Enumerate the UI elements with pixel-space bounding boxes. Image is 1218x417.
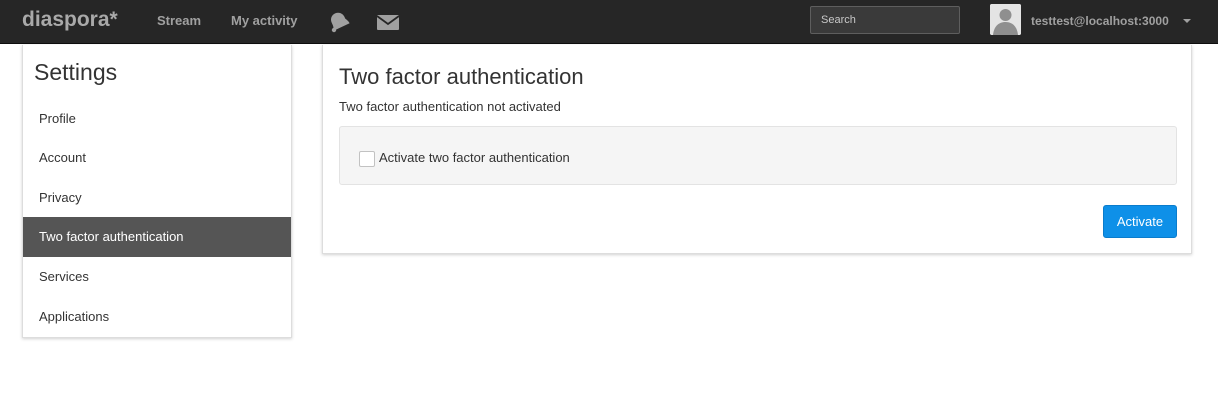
activation-well: Activate two factor authentication [339, 126, 1177, 185]
sidebar-item-services[interactable]: Services [23, 257, 291, 297]
settings-sidebar: Settings Profile Account Privacy Two fac… [22, 45, 292, 338]
activate-button[interactable]: Activate [1103, 205, 1177, 238]
page-title: Two factor authentication [339, 64, 584, 89]
nav-link-my-activity[interactable]: My activity [231, 13, 297, 28]
status-text: Two factor authentication not activated [339, 99, 561, 114]
user-name[interactable]: testtest@localhost:3000 [1031, 14, 1169, 28]
activate-checkbox[interactable] [359, 151, 375, 167]
top-navbar: diaspora* Stream My activity testtest@lo… [0, 0, 1218, 44]
bell-icon[interactable] [326, 10, 350, 34]
search-input[interactable] [810, 6, 960, 34]
nav-link-stream[interactable]: Stream [157, 13, 201, 28]
envelope-icon[interactable] [376, 11, 400, 35]
two-factor-panel: Two factor authentication Two factor aut… [322, 45, 1192, 254]
sidebar-title: Settings [34, 59, 118, 85]
default-avatar-icon [990, 4, 1021, 35]
sidebar-item-account[interactable]: Account [23, 138, 291, 178]
sidebar-item-applications[interactable]: Applications [23, 297, 291, 337]
sidebar-item-profile[interactable]: Profile [23, 99, 291, 139]
user-menu-dropdown[interactable]: testtest@localhost:3000 [990, 4, 1200, 36]
avatar[interactable] [990, 4, 1021, 35]
activate-checkbox-label[interactable]: Activate two factor authentication [379, 150, 570, 165]
sidebar-item-two-factor-authentication[interactable]: Two factor authentication [23, 217, 291, 257]
brand-logo-link[interactable]: diaspora* [22, 8, 118, 32]
caret-down-icon[interactable] [1183, 19, 1191, 23]
sidebar-item-privacy[interactable]: Privacy [23, 178, 291, 218]
